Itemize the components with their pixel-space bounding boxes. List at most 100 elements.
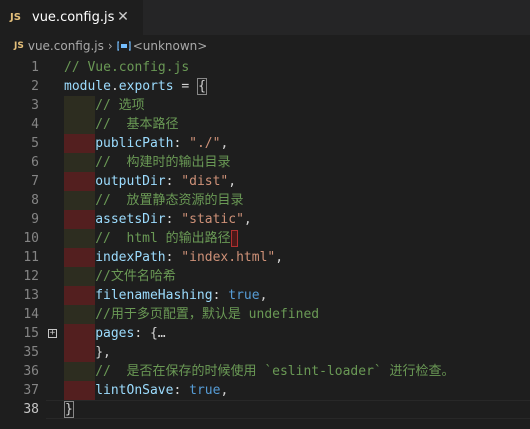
code-line[interactable]: 9 assetsDir: "static", [0, 210, 530, 229]
breadcrumb-symbol[interactable]: <unknown> [133, 39, 208, 53]
code-text: // 选项 [95, 96, 144, 115]
line-number: 6 [31, 155, 39, 170]
breadcrumb: JS vue.config.js › <unknown> [0, 35, 530, 57]
code-comment: // 选项 [95, 98, 145, 113]
code-keyword: true [228, 288, 260, 303]
indent-guide [64, 172, 95, 191]
line-number: 11 [23, 250, 39, 265]
code-line[interactable]: 8 // 放置静态资源的目录 [0, 191, 530, 210]
code-property: publicPath [95, 136, 174, 151]
line-number: 15 [23, 326, 39, 341]
line-number: 3 [31, 98, 39, 113]
symbol-variable-icon [117, 41, 131, 51]
indent-guide [64, 229, 95, 248]
fold-expand-icon[interactable]: + [48, 329, 57, 338]
line-number: 12 [23, 269, 39, 284]
tab-title: vue.config.js [32, 10, 115, 25]
indent-guide [64, 362, 95, 381]
code-text: //用于多页配置，默认是 undefined [95, 305, 319, 324]
line-number: 36 [23, 364, 39, 379]
line-number: 1 [31, 60, 39, 75]
code-property: outputDir [95, 174, 166, 189]
line-number: 13 [23, 288, 39, 303]
code-line[interactable]: 37 lintOnSave: true, [0, 381, 530, 400]
code-property: pages [95, 326, 135, 341]
code-line[interactable]: 2 module.exports = { [0, 77, 530, 96]
code-line[interactable]: 4 // 基本路径 [0, 115, 530, 134]
code-line[interactable]: 7 outputDir: "dist", [0, 172, 530, 191]
code-punctuation: , [259, 288, 268, 303]
code-identifier: module [64, 79, 111, 94]
indent-guide [64, 115, 95, 134]
code-editor[interactable]: 1 // Vue.config.js 2 module.exports = { 3 // … [0, 57, 530, 429]
code-string: "dist" [181, 174, 229, 189]
line-number: 4 [31, 117, 39, 132]
code-line[interactable]: 38} [0, 400, 530, 419]
code-line[interactable]: 36 // 是否在保存的时候使用 `eslint-loader` 进行检查。 [0, 362, 530, 381]
code-comment: // 构建时的输出目录 [95, 155, 231, 170]
code-string: "index.html" [181, 250, 276, 265]
tab-vue-config[interactable]: JS vue.config.js ✕ [0, 0, 143, 35]
code-keyword: true [189, 383, 221, 398]
indent-guide [64, 305, 95, 324]
line-number: 10 [23, 231, 39, 246]
js-file-icon: JS [14, 41, 24, 51]
matching-brace: } [64, 401, 74, 418]
indent-guide [64, 153, 95, 172]
code-line[interactable]: 11 indexPath: "index.html", [0, 248, 530, 267]
code-line[interactable]: 5 publicPath: "./", [0, 134, 530, 153]
line-number: 5 [31, 136, 39, 151]
code-text: outputDir: "dist", [95, 172, 236, 191]
code-text: module.exports = { [64, 77, 207, 96]
code-line[interactable]: 12 //文件名哈希 [0, 267, 530, 286]
code-comment: // Vue.config.js [64, 60, 190, 75]
indent-guide [64, 286, 95, 305]
code-text: indexPath: "index.html", [95, 248, 283, 267]
code-comment: // html 的输出路径 [95, 231, 231, 246]
code-text: // html 的输出路径 [95, 229, 238, 248]
code-line[interactable]: 35}, [0, 343, 530, 362]
breadcrumb-file[interactable]: vue.config.js [28, 39, 104, 53]
code-line[interactable]: 14 //用于多页配置，默认是 undefined [0, 305, 530, 324]
code-text: // 构建时的输出目录 [95, 153, 230, 172]
code-punctuation: , [275, 250, 284, 265]
code-line[interactable]: 10 // html 的输出路径 [0, 229, 530, 248]
code-line[interactable]: 1 // Vue.config.js [0, 58, 530, 77]
line-number: 8 [31, 193, 39, 208]
indent-guide [64, 343, 95, 362]
line-number: 37 [23, 383, 39, 398]
code-text: // 基本路径 [95, 115, 178, 134]
code-punctuation: : [134, 326, 143, 341]
line-number: 35 [23, 345, 39, 360]
current-line-highlight [46, 400, 530, 419]
code-comment: //用于多页配置，默认是 undefined [95, 307, 320, 322]
line-number: 38 [23, 402, 39, 417]
code-punctuation: . [110, 79, 119, 94]
code-punctuation: {… [149, 326, 166, 341]
code-line[interactable]: 3 // 选项 [0, 96, 530, 115]
code-text: filenameHashing: true, [95, 286, 267, 305]
code-string: "./" [189, 136, 221, 151]
code-line[interactable]: 13 filenameHashing: true, [0, 286, 530, 305]
code-property: filenameHashing [95, 288, 213, 303]
code-text: // 放置静态资源的目录 [95, 191, 243, 210]
tab-bar: JS vue.config.js ✕ [0, 0, 530, 35]
code-text: // 是否在保存的时候使用 `eslint-loader` 进行检查。 [95, 362, 454, 381]
line-number: 7 [31, 174, 39, 189]
indent-guide [64, 134, 95, 153]
line-number: 9 [31, 212, 39, 227]
code-punctuation: , [220, 383, 229, 398]
close-icon[interactable]: ✕ [115, 9, 131, 25]
code-line[interactable]: 6 // 构建时的输出目录 [0, 153, 530, 172]
code-line[interactable]: 15 + pages: {… [0, 324, 530, 343]
indent-guide [64, 210, 95, 229]
indent-guide [64, 381, 95, 400]
indent-guide [64, 267, 95, 286]
indent-guide [64, 248, 95, 267]
code-comment: // 放置静态资源的目录 [95, 193, 244, 208]
code-punctuation: , [243, 212, 252, 227]
code-comment: // 是否在保存的时候使用 `eslint-loader` 进行检查。 [95, 364, 455, 379]
